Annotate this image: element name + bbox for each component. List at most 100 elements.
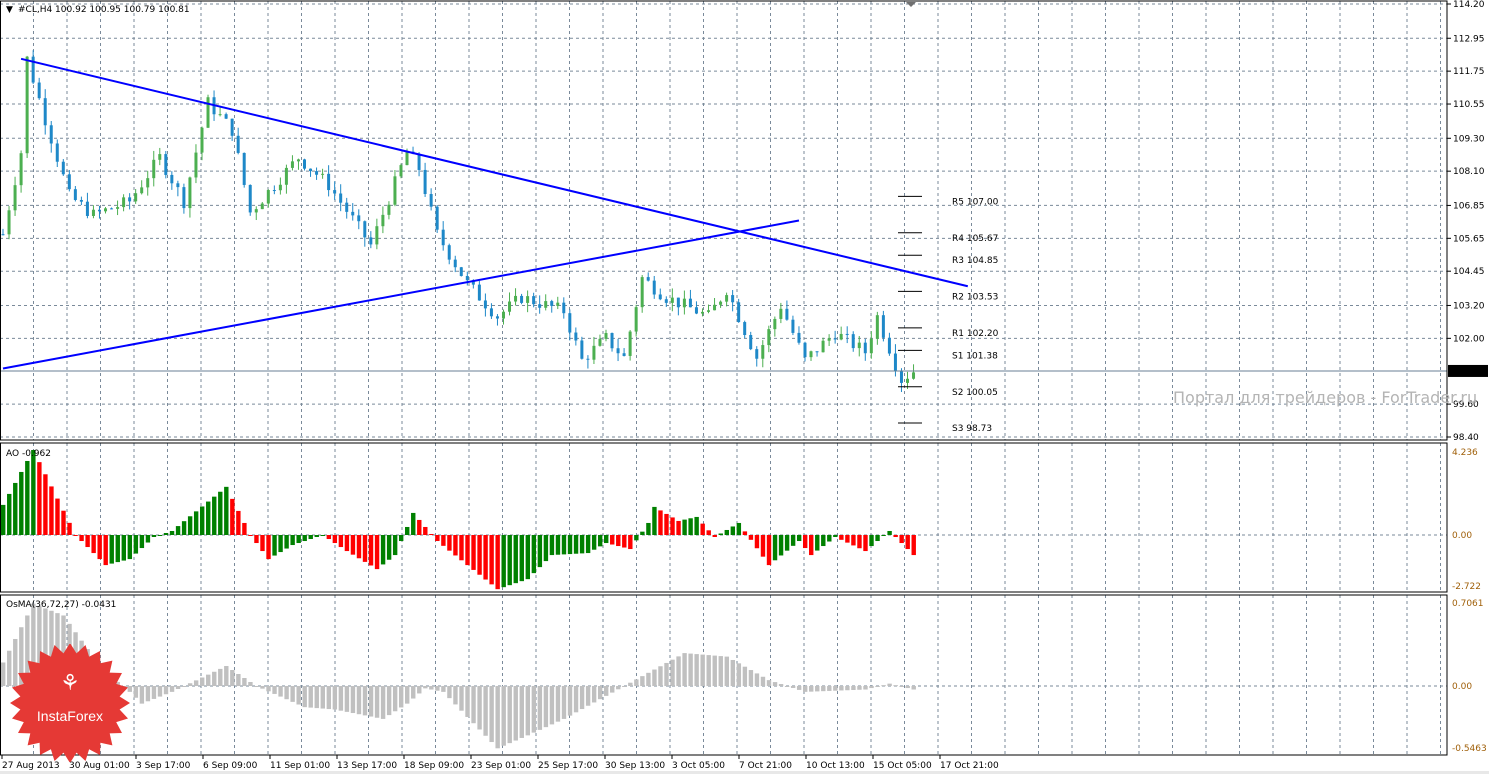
candle-body <box>574 332 578 341</box>
candle-body <box>827 338 831 341</box>
osma-bar <box>682 653 687 686</box>
candle-body <box>266 190 270 204</box>
candle <box>116 200 120 216</box>
candle-body <box>556 302 560 306</box>
candle <box>676 297 680 316</box>
osma-bar <box>278 686 283 697</box>
pivot-label: R3 104.85 <box>952 256 998 266</box>
candle-body <box>176 183 180 188</box>
candle <box>845 326 849 344</box>
candle-body <box>508 301 512 312</box>
candle <box>25 55 29 158</box>
osma-bar <box>573 686 579 713</box>
candle-body <box>731 295 735 303</box>
price-label: 103.20 <box>1453 301 1485 311</box>
candle-body <box>869 338 873 354</box>
time-label: 11 Sep 01:00 <box>270 761 330 771</box>
candle-body <box>592 345 596 360</box>
ao-bar <box>429 533 434 535</box>
candle-body <box>640 277 644 308</box>
candle <box>435 204 439 233</box>
ao-bar <box>610 535 615 545</box>
ao-bar <box>465 535 470 566</box>
ao-bar <box>169 530 175 535</box>
trend-line <box>2 219 800 370</box>
logo-text: InstaForex <box>36 708 104 724</box>
candle-body <box>206 97 210 128</box>
ao-bar <box>730 526 736 535</box>
ao-bar <box>79 535 84 542</box>
candle-body <box>797 332 801 343</box>
time-label: 3 Oct 05:00 <box>672 761 725 771</box>
price-label: 102.00 <box>1453 334 1485 344</box>
candle-body <box>815 351 819 353</box>
ao-bar <box>597 535 603 547</box>
candle-body <box>568 313 572 333</box>
candle <box>501 309 505 325</box>
ao-bar <box>13 482 18 535</box>
osma-bar <box>718 656 723 686</box>
osma-bar <box>477 686 482 730</box>
osma-bar <box>772 682 778 686</box>
ao-bar <box>133 535 139 554</box>
ao-bar <box>91 535 96 554</box>
trading-chart[interactable]: 114.20 112.95 111.75 110.55 109.30 108.10 106.… <box>0 0 1489 774</box>
ao-bar <box>809 535 814 556</box>
price-label: 98.40 <box>1453 433 1479 443</box>
ao-bar <box>411 512 416 535</box>
ao-bar <box>356 535 362 559</box>
osma-axis-label: 0.7061 <box>1452 599 1484 609</box>
ao-bar <box>218 491 223 535</box>
ao-bar <box>187 516 193 535</box>
osma-bar <box>537 686 543 730</box>
candle <box>743 320 747 339</box>
candle-body <box>375 226 379 245</box>
osma-bar <box>640 676 645 686</box>
candle <box>31 50 35 85</box>
osma-bar <box>802 686 808 692</box>
candle-body <box>351 211 355 216</box>
candle <box>164 150 168 179</box>
candle-body <box>893 353 897 371</box>
candle-body <box>616 348 620 354</box>
candle <box>520 293 524 305</box>
ao-bar <box>857 535 862 549</box>
candle-body <box>91 209 95 216</box>
candle <box>737 298 741 323</box>
ao-bar <box>320 535 325 536</box>
candle-body <box>598 338 602 346</box>
osma-bar <box>266 686 271 692</box>
ao-bar <box>875 535 880 542</box>
candle <box>682 290 686 315</box>
candle-body <box>224 114 228 119</box>
osma-bar <box>706 655 711 686</box>
time-label: 23 Sep 01:00 <box>471 761 531 771</box>
candle <box>13 176 17 216</box>
ao-bar <box>688 518 693 535</box>
candle-body <box>399 165 403 177</box>
ao-axis-label: 0.00 <box>1452 531 1472 541</box>
candle-body <box>899 370 903 383</box>
pivot-label: S2 100.05 <box>952 388 998 398</box>
osma-bar <box>290 686 295 702</box>
ao-bar <box>115 535 120 563</box>
ao-bar <box>254 535 259 544</box>
osma-bar <box>157 686 163 697</box>
candle-body <box>387 204 391 215</box>
candle-body <box>242 152 246 185</box>
osma-bar <box>314 686 319 709</box>
osma-bar <box>628 682 633 686</box>
candle <box>381 206 385 234</box>
ao-bar <box>483 535 488 580</box>
candle <box>230 118 234 141</box>
candle <box>224 112 228 120</box>
chart-header: #CL,H4 100.92 100.95 100.79 100.81 <box>18 5 190 15</box>
candle-body <box>284 167 288 185</box>
osma-bar <box>151 686 157 699</box>
price-label: 114.20 <box>1453 0 1485 10</box>
osma-bar <box>531 686 537 733</box>
ao-bar <box>405 526 410 535</box>
candle <box>863 338 867 361</box>
ao-bar <box>230 498 235 535</box>
candle-body <box>200 127 204 153</box>
